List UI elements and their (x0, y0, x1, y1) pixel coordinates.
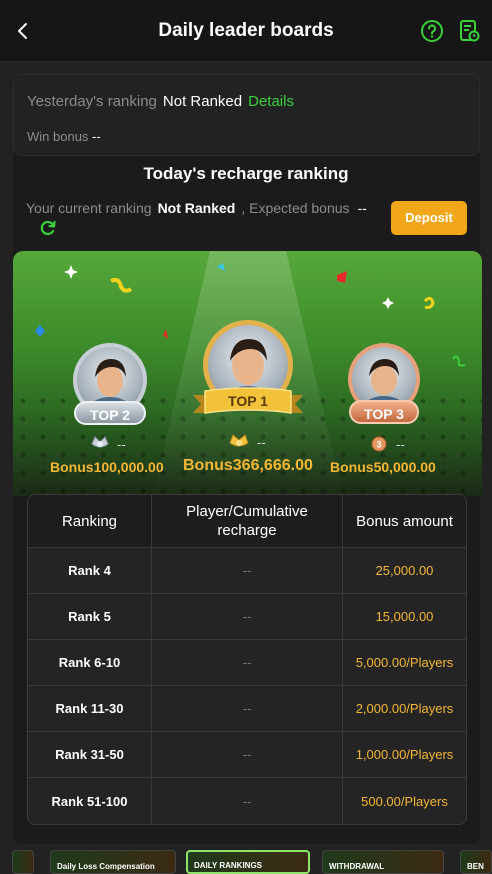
player-cell: -- (152, 732, 343, 777)
expected-bonus-label: , Expected bonus (241, 200, 350, 216)
current-ranking-label: Your current ranking (26, 200, 152, 216)
top2-player: -- (117, 437, 126, 452)
yesterday-ranking-card: Yesterday's ranking Not Ranked Details Win… (13, 74, 480, 156)
top1-badge: TOP 1 (228, 393, 268, 409)
header-ranking: Ranking (28, 495, 152, 547)
player-cell: -- (152, 778, 343, 824)
header-player-recharge: Player/Cumulative recharge (152, 495, 343, 547)
bonus-cell: 25,000.00 (375, 563, 434, 578)
records-icon[interactable] (456, 18, 482, 44)
top3-bonus-label: Bonus (330, 459, 374, 475)
top2-badge: TOP 2 (74, 401, 146, 425)
rank-cell: Rank 31-50 (28, 732, 152, 777)
promo-banner-active[interactable]: DAILY RANKINGS (186, 850, 310, 874)
win-bonus-value: -- (92, 129, 101, 144)
rank-cell: Rank 4 (28, 548, 152, 593)
rank-cell: Rank 5 (28, 594, 152, 639)
win-bonus-label: Win bonus (27, 129, 89, 144)
table-row: Rank 11-30 -- 2,000.00/Players (28, 686, 466, 732)
bonus-cell: 5,000.00/Players (355, 655, 454, 670)
promo-banner[interactable]: Daily Loss Compensation (50, 850, 176, 874)
promo-banner-label: Daily Loss Compensation (57, 862, 155, 871)
table-row: Rank 5 -- 15,000.00 (28, 594, 466, 640)
rank-cell: Rank 51-100 (28, 778, 152, 824)
expected-bonus-value: -- (357, 200, 367, 216)
top3-bonus: Bonus50,000.00 (330, 459, 436, 477)
refresh-icon[interactable] (38, 218, 58, 238)
promo-banner[interactable]: WITHDRAWAL (322, 850, 444, 874)
page-body: Yesterday's ranking Not Ranked Details Win… (0, 62, 492, 874)
top1-player: -- (257, 435, 266, 450)
bonus-cell: 1,000.00/Players (355, 747, 454, 762)
table-row: Rank 31-50 -- 1,000.00/Players (28, 732, 466, 778)
podium-banner: TOP 2 -- Bonus100,000.00 TOP 1 -- Bonus3… (13, 251, 482, 496)
promo-banner-label: BEN (467, 862, 484, 871)
top2-bonus: Bonus100,000.00 (50, 459, 164, 477)
top3-player: -- (396, 437, 405, 452)
win-bonus-row: Win bonus -- (27, 129, 101, 144)
ranking-table: Ranking Player/Cumulative recharge Bonus… (27, 494, 467, 825)
svg-text:3: 3 (376, 440, 381, 450)
silver-medal-icon (91, 436, 109, 448)
player-cell: -- (152, 548, 343, 593)
yesterday-ranking-value: Not Ranked (162, 93, 243, 110)
bonus-cell: 500.00/Players (361, 793, 448, 809)
table-row: Rank 6-10 -- 5,000.00/Players (28, 640, 466, 686)
promo-banner[interactable]: BEN (460, 850, 492, 874)
player-cell: -- (152, 594, 343, 639)
bronze-medal-icon: 3 (371, 436, 387, 452)
top3-bonus-value: 50,000.00 (373, 459, 436, 475)
yesterday-ranking-label: Yesterday's ranking (27, 93, 157, 110)
player-cell: -- (152, 640, 343, 685)
table-header: Ranking Player/Cumulative recharge Bonus… (28, 495, 466, 548)
top-bar: Daily leader boards (0, 0, 492, 62)
help-icon[interactable] (419, 18, 445, 44)
top2-bonus-label: Bonus (50, 459, 94, 475)
today-ranking-title: Today's recharge ranking (143, 164, 349, 183)
yesterday-ranking-row: Yesterday's ranking Not Ranked Details (27, 93, 294, 110)
bonus-cell: 15,000.00 (375, 609, 434, 624)
gold-crown-icon (229, 434, 249, 447)
top1-bonus: Bonus366,666.00 (183, 457, 313, 475)
current-ranking-row: Your current ranking Not Ranked , Expected… (26, 200, 367, 216)
top1-bonus-value: 366,666.00 (232, 457, 313, 474)
table-row: Rank 4 -- 25,000.00 (28, 548, 466, 594)
table-row: Rank 51-100 -- 500.00/Players (28, 778, 466, 824)
deposit-button[interactable]: Deposit (391, 201, 467, 235)
promo-banner-strip[interactable]: Daily Loss Compensation DAILY RANKINGS W… (0, 850, 492, 874)
promo-banner-label: DAILY RANKINGS (194, 861, 263, 870)
rank-cell: Rank 6-10 (28, 640, 152, 685)
promo-banner[interactable] (12, 850, 34, 874)
top3-badge: TOP 3 (349, 400, 419, 424)
rank-cell: Rank 11-30 (28, 686, 152, 731)
promo-banner-label: WITHDRAWAL (329, 862, 385, 871)
header-bonus-amount: Bonus amount (356, 512, 453, 530)
details-link[interactable]: Details (248, 93, 294, 110)
top1-bonus-label: Bonus (183, 457, 233, 474)
player-cell: -- (152, 686, 343, 731)
current-ranking-value: Not Ranked (157, 200, 236, 216)
top2-bonus-value: 100,000.00 (93, 459, 164, 475)
bonus-cell: 2,000.00/Players (355, 701, 454, 716)
